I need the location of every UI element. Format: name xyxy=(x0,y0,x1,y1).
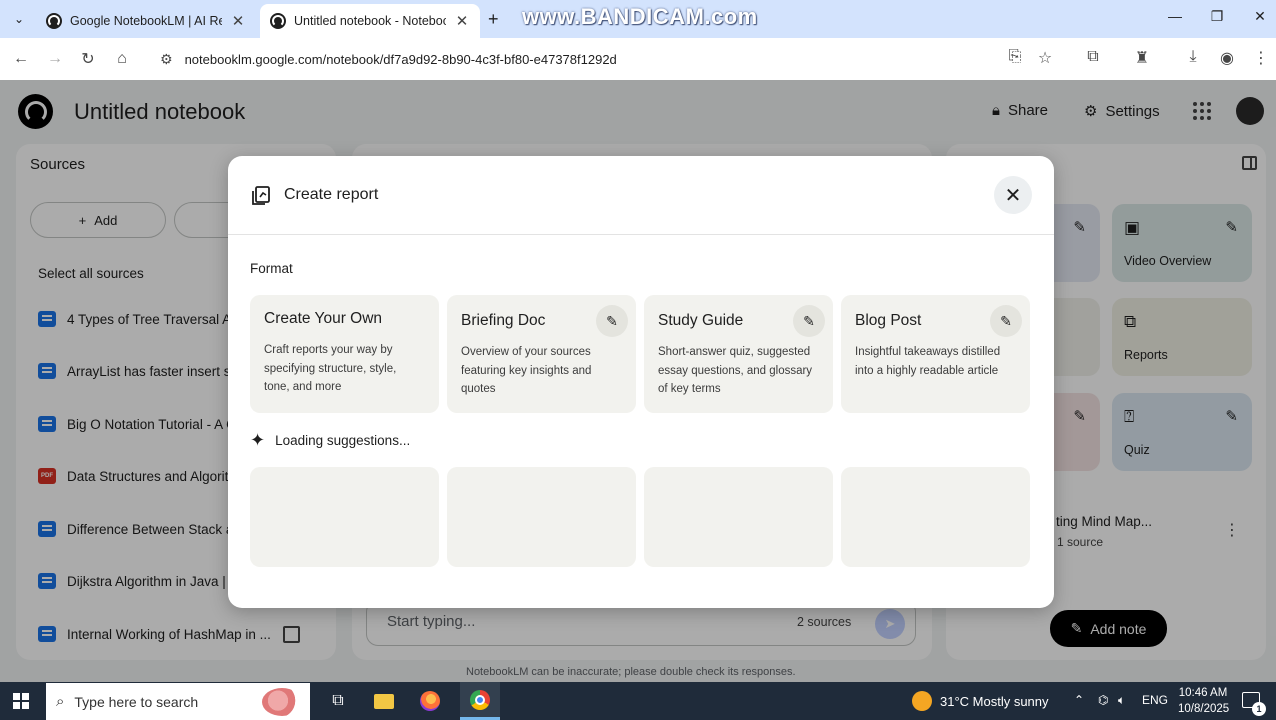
window-restore-icon[interactable]: ❐ xyxy=(1206,8,1228,25)
tab-title: Untitled notebook - NotebookLM xyxy=(294,14,446,28)
sparkle-icon: ✦ xyxy=(250,430,266,450)
tab-close-icon[interactable]: ✕ xyxy=(230,12,246,30)
tab-close-icon[interactable]: ✕ xyxy=(454,12,470,30)
format-card-briefing-doc[interactable]: ✎ Briefing Doc Overview of your sources … xyxy=(447,295,636,413)
browser-toolbar: ← → ↻ ⌂ ⚙ notebooklm.google.com/notebook… xyxy=(0,38,1276,80)
window-close-icon[interactable]: ✕ xyxy=(1249,8,1271,25)
browser-tab-notebooklm-home[interactable]: Google NotebookLM | AI Research ✕ xyxy=(36,4,256,38)
file-explorer-icon[interactable] xyxy=(372,689,396,713)
home-icon[interactable]: ⌂ xyxy=(111,48,133,70)
new-tab-plus-icon[interactable]: + xyxy=(488,9,499,30)
chrome-menu-icon[interactable]: ⋮ xyxy=(1250,48,1272,68)
language-indicator[interactable]: ENG xyxy=(1142,693,1168,707)
tray-overflow-chevron-icon[interactable]: ⌃ xyxy=(1074,693,1084,707)
tab-search-chevron-icon[interactable]: ⌄ xyxy=(8,8,30,30)
notification-count-badge: 1 xyxy=(1252,702,1266,716)
task-view-icon[interactable]: ⧉ xyxy=(326,689,350,713)
close-dialog-icon[interactable]: ✕ xyxy=(994,176,1032,214)
extension-icon[interactable]: ♜ xyxy=(1131,48,1153,68)
browser-tab-strip: ⌄ Google NotebookLM | AI Research ✕ Unti… xyxy=(0,0,1276,38)
notebooklm-favicon-icon xyxy=(270,13,286,29)
tab-title: Google NotebookLM | AI Research xyxy=(70,14,222,28)
pencil-icon[interactable]: ✎ xyxy=(990,305,1022,337)
site-info-icon[interactable]: ⚙ xyxy=(160,51,173,68)
windows-taskbar: ⌕ Type here to search ⧉ 31°C Mostly sunn… xyxy=(0,682,1276,720)
card-description: Short-answer quiz, suggested essay quest… xyxy=(658,346,813,395)
url-text: notebooklm.google.com/notebook/df7a9d92-… xyxy=(184,51,617,67)
network-icon[interactable]: ⌬ xyxy=(1098,693,1108,707)
address-bar[interactable]: ⚙ notebooklm.google.com/notebook/df7a9d9… xyxy=(146,43,1066,75)
suggestion-placeholder-card xyxy=(447,467,636,567)
clock-date: 10/8/2025 xyxy=(1178,703,1230,715)
pencil-icon[interactable]: ✎ xyxy=(596,305,628,337)
volume-icon[interactable]: 🔈︎ xyxy=(1118,693,1125,708)
search-icon: ⌕ xyxy=(56,693,65,710)
window-minimize-icon[interactable]: — xyxy=(1164,8,1186,24)
format-card-blog-post[interactable]: ✎ Blog Post Insightful takeaways distill… xyxy=(841,295,1030,413)
back-arrow-icon[interactable]: ← xyxy=(10,48,32,70)
search-placeholder: Type here to search xyxy=(74,693,199,710)
create-report-dialog: Create report ✕ Format Create Your Own C… xyxy=(228,156,1054,608)
forward-arrow-icon[interactable]: → xyxy=(44,48,66,70)
windows-start-icon[interactable] xyxy=(13,693,29,709)
suggestion-placeholder-card xyxy=(644,467,833,567)
profile-icon[interactable]: ◉ xyxy=(1216,48,1238,68)
notebooklm-favicon-icon xyxy=(46,13,62,29)
loading-suggestions: ✦ Loading suggestions... xyxy=(250,430,410,451)
recorder-watermark: www.BANDICAM.com xyxy=(522,4,758,29)
system-clock[interactable]: 10:46 AM 10/8/2025 xyxy=(1178,685,1230,717)
suggestion-placeholder-card xyxy=(841,467,1030,567)
weather-sun-icon[interactable] xyxy=(912,691,932,711)
browser-tab-untitled-notebook[interactable]: Untitled notebook - NotebookLM ✕ xyxy=(260,4,480,38)
bookmark-star-icon[interactable]: ☆ xyxy=(1034,48,1056,68)
format-card-create-your-own[interactable]: Create Your Own Craft reports your way b… xyxy=(250,295,439,413)
suggestion-placeholder-card xyxy=(250,467,439,567)
pencil-icon[interactable]: ✎ xyxy=(793,305,825,337)
dialog-title: Create report xyxy=(284,186,379,203)
downloads-icon[interactable]: ⤓ xyxy=(1182,48,1204,66)
extensions-puzzle-icon[interactable]: ⧉ xyxy=(1082,48,1104,66)
reload-icon[interactable]: ↻ xyxy=(77,48,99,70)
loading-text: Loading suggestions... xyxy=(275,433,411,448)
report-icon xyxy=(252,186,270,205)
weather-text[interactable]: 31°C Mostly sunny xyxy=(940,694,1049,709)
chrome-taskbar-icon[interactable] xyxy=(460,682,500,720)
firefox-icon[interactable] xyxy=(418,689,442,713)
install-app-icon[interactable]: ⎘ xyxy=(1004,48,1026,66)
format-card-study-guide[interactable]: ✎ Study Guide Short-answer quiz, suggest… xyxy=(644,295,833,413)
clock-time: 10:46 AM xyxy=(1178,687,1228,699)
taskbar-search-box[interactable]: ⌕ Type here to search xyxy=(46,683,310,720)
dialog-divider xyxy=(228,234,1054,235)
card-description: Overview of your sources featuring key i… xyxy=(461,346,592,395)
card-description: Craft reports your way by specifying str… xyxy=(264,344,397,393)
format-label: Format xyxy=(250,261,293,276)
search-highlight-icon xyxy=(262,688,302,716)
card-description: Insightful takeaways distilled into a hi… xyxy=(855,346,1001,377)
card-title: Create Your Own xyxy=(264,310,383,327)
